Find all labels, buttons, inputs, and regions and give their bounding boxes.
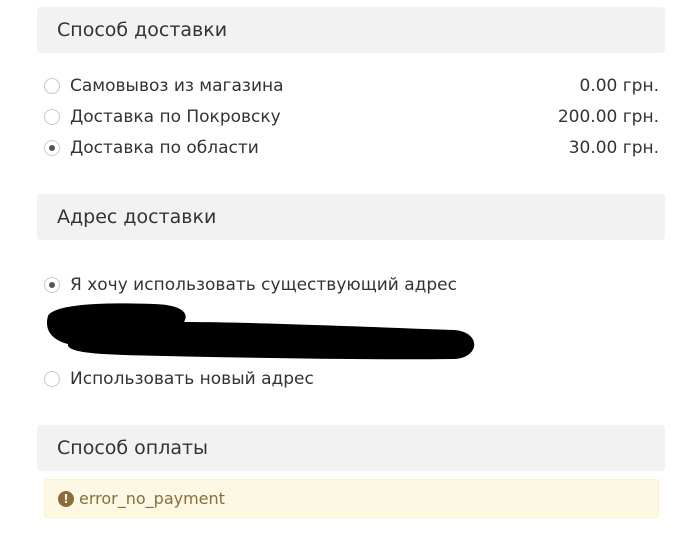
- delivery-option-pickup-radio[interactable]: [44, 78, 60, 94]
- address-option-new-label[interactable]: Использовать новый адрес: [70, 369, 659, 389]
- address-option-existing-radio[interactable]: [44, 277, 60, 293]
- delivery-method-header: Способ доставки: [37, 7, 665, 53]
- exclamation-circle-icon: !: [58, 490, 74, 507]
- delivery-method-title: Способ доставки: [57, 19, 228, 41]
- delivery-option-region-radio[interactable]: [44, 140, 60, 156]
- payment-error-alert: ! error_no_payment: [44, 479, 659, 518]
- delivery-option-price: 30.00 грн.: [568, 138, 659, 158]
- address-option-new[interactable]: Использовать новый адрес: [44, 367, 659, 391]
- delivery-option-label[interactable]: Самовывоз из магазина: [70, 76, 580, 96]
- delivery-option-city-radio[interactable]: [44, 109, 60, 125]
- delivery-address-header: Адрес доставки: [37, 194, 665, 240]
- delivery-option-region[interactable]: Доставка по области 30.00 грн.: [44, 136, 659, 160]
- delivery-option-city[interactable]: Доставка по Покровску 200.00 грн.: [44, 105, 659, 129]
- redacted-address-block: [46, 303, 475, 360]
- payment-method-title: Способ оплаты: [57, 437, 209, 459]
- address-option-new-radio[interactable]: [44, 371, 60, 387]
- payment-method-header: Способ оплаты: [37, 425, 665, 471]
- delivery-option-label[interactable]: Доставка по области: [70, 138, 569, 158]
- delivery-option-price: 200.00 грн.: [557, 107, 659, 127]
- delivery-option-label[interactable]: Доставка по Покровску: [70, 107, 558, 127]
- address-option-existing[interactable]: Я хочу использовать существующий адрес: [44, 273, 659, 297]
- delivery-address-title: Адрес доставки: [57, 206, 217, 228]
- address-option-existing-label[interactable]: Я хочу использовать существующий адрес: [70, 275, 659, 295]
- payment-error-text: error_no_payment: [79, 489, 225, 508]
- delivery-option-price: 0.00 грн.: [579, 76, 660, 96]
- delivery-option-pickup[interactable]: Самовывоз из магазина 0.00 грн.: [44, 74, 659, 98]
